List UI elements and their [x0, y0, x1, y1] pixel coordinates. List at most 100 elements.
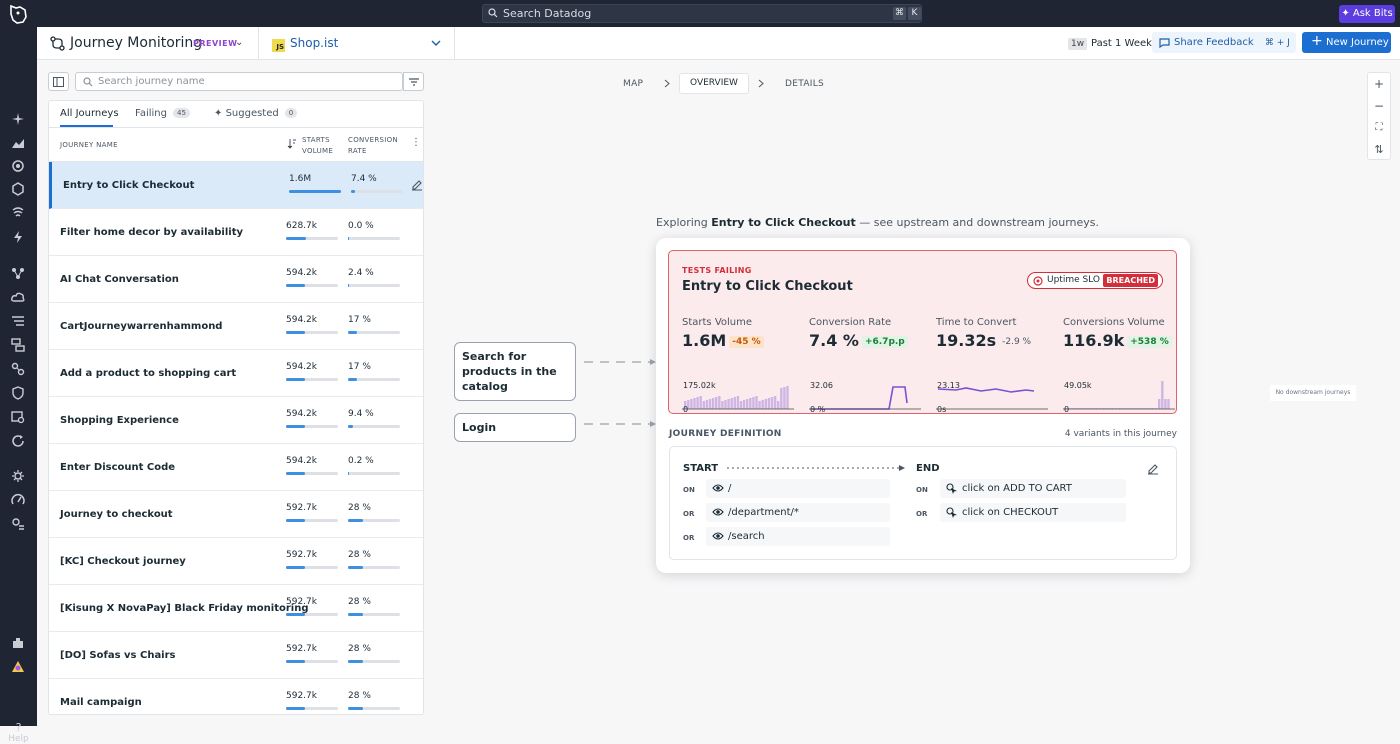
sessions-icon[interactable] — [11, 517, 25, 531]
edit-pencil-icon[interactable] — [411, 179, 423, 191]
time-range-tag[interactable]: 1w — [1068, 38, 1088, 50]
column-starts-volume[interactable]: STARTS VOLUME — [302, 135, 333, 157]
sparkline-min-label: 0s — [937, 405, 947, 414]
journey-name: Journey to checkout — [60, 509, 173, 520]
share-feedback-button[interactable]: Share Feedback ⌘ + J — [1152, 32, 1296, 53]
title-dropdown-chevron-down-icon[interactable]: ⌄ — [235, 37, 243, 48]
start-step[interactable]: /search — [706, 527, 890, 546]
tab-all-journeys[interactable]: All Journeys — [60, 108, 119, 119]
tab-failing[interactable]: Failing 45 — [135, 108, 190, 119]
volume-bar-fill — [286, 284, 306, 287]
logs-icon[interactable] — [11, 314, 25, 328]
conversion-bar-fill — [348, 284, 350, 287]
step-value: / — [728, 483, 732, 494]
integrations-icon[interactable] — [11, 182, 25, 196]
tab-suggested[interactable]: ✦ Suggested 0 — [214, 108, 298, 119]
upstream-journey-node[interactable]: Login — [454, 413, 576, 442]
swap-direction-icon[interactable]: ⇅ — [1368, 139, 1390, 161]
journey-search-input[interactable]: Search journey name — [75, 72, 403, 91]
monitors-icon[interactable] — [11, 159, 25, 173]
datadog-logo-icon[interactable] — [7, 3, 29, 25]
table-row[interactable]: CartJourneywarrenhammond 594.2k 17 % — [49, 303, 423, 350]
watchdog-icon[interactable] — [11, 112, 25, 126]
metric-sparkline[interactable]: 49.05k 0 — [1063, 371, 1175, 414]
bits-ai-icon[interactable] — [11, 469, 25, 483]
metric-number: 116.9k — [1063, 331, 1125, 350]
user-avatar-icon[interactable] — [11, 660, 25, 674]
network-icon[interactable] — [11, 362, 25, 376]
collapse-panel-button[interactable] — [48, 72, 69, 91]
fit-view-icon[interactable]: ⛶ — [1368, 117, 1390, 139]
step-value: click on CHECKOUT — [962, 507, 1059, 518]
events-icon[interactable] — [11, 230, 25, 244]
top-bar: Search Datadog ⌘ K ✦ Ask Bits — [0, 0, 1400, 27]
journey-name: Entry to Click Checkout — [63, 180, 195, 191]
column-conversion-rate[interactable]: CONVERSION RATE — [348, 135, 398, 157]
chevron-right-icon — [664, 79, 670, 88]
ask-bits-button[interactable]: ✦ Ask Bits — [1339, 5, 1395, 23]
table-row[interactable]: Shopping Experience 594.2k 9.4 % — [49, 397, 423, 444]
table-row[interactable]: [KC] Checkout journey 592.7k 28 % — [49, 538, 423, 585]
cloud-icon[interactable] — [11, 290, 25, 304]
table-row[interactable]: Filter home decor by availability 628.7k… — [49, 209, 423, 256]
time-range-selector[interactable]: Past 1 Week — [1091, 38, 1152, 49]
dashboards-icon[interactable] — [11, 136, 25, 150]
conversion-bar — [351, 190, 403, 193]
upstream-journey-node[interactable]: Search for products in the catalog — [454, 342, 576, 401]
metric-sparkline[interactable]: 175.02k 0 — [682, 371, 794, 414]
sparkline-max-label: 32.06 — [810, 381, 833, 390]
starts-volume: 592.7k — [286, 550, 317, 560]
global-search-input[interactable]: Search Datadog ⌘ K — [482, 4, 922, 23]
table-row[interactable]: Add a product to shopping cart 594.2k 17… — [49, 350, 423, 397]
starts-volume: 592.7k — [286, 691, 317, 701]
edit-pencil-icon[interactable] — [1147, 463, 1159, 475]
zoom-in-icon[interactable]: + — [1368, 73, 1390, 95]
eye-icon — [712, 484, 724, 492]
volume-bar — [286, 613, 338, 616]
tab-map[interactable]: MAP — [623, 79, 643, 89]
start-step[interactable]: /department/* — [706, 503, 890, 522]
journey-tabs: All Journeys Failing 45 ✦ Suggested 0 — [49, 101, 423, 128]
starts-volume: 592.7k — [286, 597, 317, 607]
end-step[interactable]: click on CHECKOUT — [940, 503, 1126, 522]
sort-descending-icon[interactable] — [287, 138, 297, 149]
metric-sparkline[interactable]: 23.13 0s — [936, 371, 1048, 414]
filter-button[interactable] — [403, 72, 424, 91]
table-row[interactable]: Mail campaign 592.7k 28 % — [49, 679, 423, 714]
table-row[interactable]: [DO] Sofas vs Chairs 592.7k 28 % — [49, 632, 423, 679]
metric-delta: -45 % — [729, 336, 764, 348]
journey-name: Mail campaign — [60, 697, 142, 708]
table-row[interactable]: Enter Discount Code 594.2k 0.2 % — [49, 444, 423, 491]
journey-search-placeholder: Search journey name — [98, 76, 205, 87]
tab-details[interactable]: DETAILS — [785, 79, 824, 89]
metric-sparkline[interactable]: 32.06 0 % — [809, 371, 921, 414]
digital-experience-icon[interactable] — [11, 410, 25, 424]
conversion-rate: 17 % — [348, 362, 371, 372]
apm-icon[interactable] — [11, 338, 25, 352]
end-step[interactable]: click on ADD TO CART — [940, 479, 1126, 498]
table-row[interactable]: Entry to Click Checkout 1.6M 7.4 % — [49, 162, 423, 209]
column-journey-name[interactable]: JOURNEY NAME — [60, 141, 118, 149]
security-icon[interactable] — [11, 386, 25, 400]
help-link[interactable]: ? Help — [0, 721, 37, 744]
table-row[interactable]: AI Chat Conversation 594.2k 2.4 % — [49, 256, 423, 303]
service-map-icon[interactable] — [11, 266, 25, 280]
performance-icon[interactable] — [11, 493, 25, 507]
app-selector-chevron-down-icon[interactable] — [431, 40, 441, 47]
conversion-bar-fill — [351, 190, 355, 193]
tab-overview[interactable]: OVERVIEW — [679, 73, 749, 94]
synthetics-icon[interactable] — [11, 434, 25, 448]
column-options-icon[interactable]: ⋮ — [411, 137, 421, 148]
new-journey-button[interactable]: + New Journey — [1302, 32, 1391, 53]
uptime-slo-badge[interactable]: Uptime SLO BREACHED — [1027, 272, 1163, 289]
conversion-bar-fill — [348, 237, 349, 240]
extensions-icon[interactable] — [11, 636, 25, 650]
zoom-out-icon[interactable]: − — [1368, 95, 1390, 117]
start-step[interactable]: / — [706, 479, 890, 498]
metric-delta: +538 % — [1127, 336, 1172, 348]
table-row[interactable]: Journey to checkout 592.7k 28 % — [49, 491, 423, 538]
table-row[interactable]: [Kisung X NovaPay] Black Friday monitori… — [49, 585, 423, 632]
metric: Conversions Volume 116.9k +538 % — [1063, 317, 1183, 350]
app-selector[interactable]: Shop.ist — [290, 36, 338, 50]
signals-icon[interactable] — [11, 206, 25, 220]
